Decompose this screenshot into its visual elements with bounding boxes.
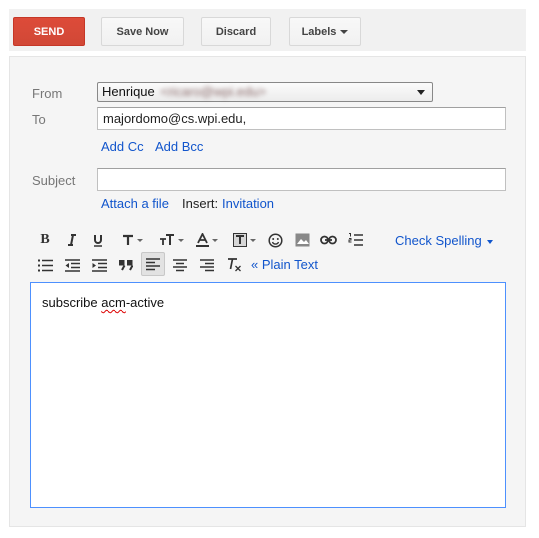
attach-file-link[interactable]: Attach a file: [101, 196, 169, 211]
indent-less-icon[interactable]: [63, 255, 81, 275]
highlight-caret-icon: [249, 238, 256, 242]
message-text-1: subscribe: [42, 295, 102, 310]
message-text-misspelled: acm: [101, 295, 126, 310]
remove-formatting-icon[interactable]: [225, 255, 243, 275]
subject-label: Subject: [32, 173, 76, 188]
compose-panel: From Henrique <ricaro@wpi.edu> To majord…: [9, 56, 526, 527]
labels-dropdown-button[interactable]: Labels: [289, 17, 361, 46]
labels-label: Labels: [301, 25, 337, 38]
discard-button[interactable]: Discard: [201, 17, 271, 46]
add-bcc-link[interactable]: Add Bcc: [155, 139, 203, 154]
image-icon[interactable]: [293, 230, 311, 250]
compose-toolbar: SEND Save Now Discard Labels: [9, 9, 526, 51]
indent-more-icon[interactable]: [90, 255, 108, 275]
save-now-button[interactable]: Save Now: [101, 17, 184, 46]
font-icon[interactable]: [117, 230, 147, 250]
text-color-icon[interactable]: [193, 230, 221, 250]
font-size-caret-icon: [177, 238, 184, 242]
align-center-icon[interactable]: [171, 255, 189, 275]
message-text-2: -active: [125, 295, 165, 310]
align-right-icon[interactable]: [198, 255, 216, 275]
to-value: majordomo@cs.wpi.edu,: [103, 111, 247, 126]
italic-icon[interactable]: [64, 230, 80, 250]
send-button-label: SEND: [33, 25, 65, 38]
from-select[interactable]: Henrique <ricaro@wpi.edu>: [97, 82, 433, 102]
numbered-list-icon[interactable]: [346, 230, 364, 250]
bulleted-list-icon[interactable]: [36, 255, 54, 275]
save-now-label: Save Now: [116, 25, 169, 38]
from-email-obscured: <ricaro@wpi.edu>: [160, 84, 267, 99]
text-color-caret-icon: [212, 238, 218, 242]
discard-label: Discard: [215, 25, 257, 38]
add-cc-link[interactable]: Add Cc: [101, 139, 144, 154]
subject-field[interactable]: [97, 168, 506, 191]
send-button[interactable]: SEND: [13, 17, 85, 46]
align-left-icon[interactable]: [141, 252, 165, 276]
message-body-editor[interactable]: subscribe acm-active: [30, 282, 506, 508]
emoji-icon[interactable]: [266, 230, 284, 250]
check-spelling-button[interactable]: Check Spelling: [395, 233, 494, 248]
quote-icon[interactable]: [117, 255, 135, 275]
check-spelling-label: Check Spelling: [395, 233, 482, 248]
invitation-link[interactable]: Invitation: [222, 196, 274, 211]
chevron-down-icon: [340, 30, 349, 34]
from-label: From: [32, 86, 63, 101]
underline-icon[interactable]: [90, 230, 106, 250]
select-arrow-icon: [417, 90, 425, 95]
highlight-icon[interactable]: [229, 230, 259, 250]
from-name: Henrique: [102, 84, 155, 99]
to-label: To: [32, 112, 46, 127]
to-field[interactable]: majordomo@cs.wpi.edu,: [97, 107, 506, 130]
font-size-icon[interactable]: [156, 230, 186, 250]
check-spelling-caret-icon: [487, 239, 494, 244]
link-icon[interactable]: [318, 230, 338, 250]
bold-icon[interactable]: B: [37, 230, 53, 250]
font-caret-icon: [136, 238, 143, 242]
plain-text-link[interactable]: « Plain Text: [251, 257, 318, 272]
insert-label: Insert:: [182, 196, 219, 211]
